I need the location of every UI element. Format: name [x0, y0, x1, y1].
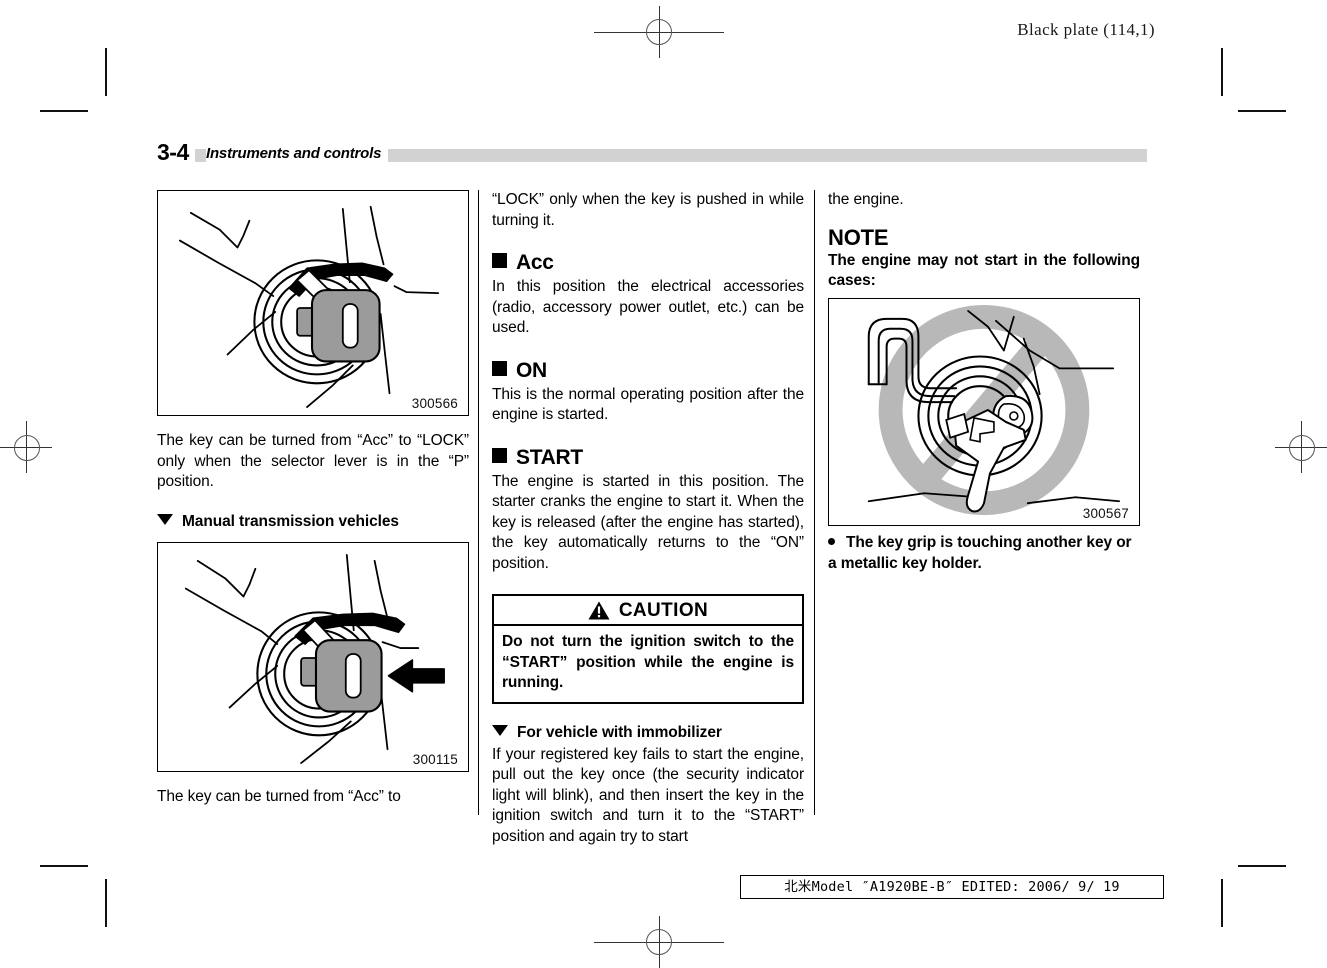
caution-header: CAUTION	[492, 594, 804, 626]
note-heading: NOTE	[828, 224, 889, 250]
section-heading-on-label: ON	[516, 358, 547, 382]
footer-edition-box: 北米Model ″A1920BE-B″ EDITED: 2006/ 9/ 19	[740, 875, 1164, 899]
registration-mark-left	[0, 421, 52, 473]
subheading-manual-transmission: Manual transmission vehicles	[157, 511, 469, 532]
key-prohibited-illustration	[867, 304, 1121, 515]
ignition-switch-illustration-1	[178, 205, 440, 408]
column-middle: “LOCK” only when the key is pushed in wh…	[492, 190, 804, 847]
crop-mark-bottom-right	[1177, 843, 1287, 928]
section-heading-acc: Acc	[492, 250, 804, 275]
caution-label: CAUTION	[618, 599, 709, 621]
column-divider-2	[814, 190, 815, 815]
figure-ignition-switch-manual: 300115	[157, 541, 469, 772]
figure-key-prohibited: 300567	[828, 297, 1140, 526]
caution-body: Do not turn the ignition switch to the “…	[492, 626, 804, 704]
section-heading-acc-label: Acc	[516, 251, 554, 274]
registration-mark-top	[594, 6, 724, 58]
section-heading-on: ON	[492, 358, 804, 383]
middle-paragraph-immobilizer: If your registered key fails to start th…	[492, 745, 804, 845]
column-left: 300566 The key can be turned from “Acc” …	[157, 190, 469, 807]
subheading-manual-transmission-label: Manual transmission vehicles	[182, 512, 399, 530]
page-header: 3-4 Instruments and controls	[157, 140, 1147, 164]
ignition-switch-illustration-2	[184, 553, 445, 764]
section-heading-start: START	[492, 445, 804, 470]
note-body: The engine may not start in the followin…	[828, 251, 1140, 290]
left-arrow-icon	[387, 658, 445, 692]
black-plate-label: Black plate (114,1)	[1017, 20, 1155, 39]
square-bullet-icon	[492, 360, 507, 376]
figure-id-1: 300566	[409, 396, 460, 411]
figure-id-2: 300115	[410, 751, 460, 767]
left-paragraph-2: The key can be turned from “Acc” to	[157, 787, 401, 805]
section-body-on: This is the normal operating position af…	[492, 385, 804, 424]
page-number: 3-4	[157, 140, 195, 164]
footer-edition-text: 北米Model ″A1920BE-B″ EDITED: 2006/ 9/ 19	[784, 879, 1120, 895]
crop-mark-bottom-left	[40, 843, 150, 928]
section-body-acc: In this position the electrical accessor…	[492, 278, 804, 336]
square-bullet-icon	[492, 447, 507, 463]
warning-triangle-icon	[588, 601, 610, 619]
section-heading-start-label: START	[516, 445, 583, 469]
registration-mark-bottom	[594, 916, 724, 968]
right-paragraph-1: the engine.	[828, 191, 904, 208]
left-paragraph-1: The key can be turned from “Acc” to “LOC…	[157, 432, 469, 490]
caution-text: Do not turn the ignition switch to the “…	[502, 633, 794, 691]
triangle-bullet-icon	[492, 724, 508, 736]
bullet-dot-icon	[828, 537, 835, 545]
crop-mark-top-right	[1177, 48, 1287, 133]
figure-id-3: 300567	[1080, 505, 1131, 521]
registration-mark-right	[1275, 421, 1327, 473]
subheading-immobilizer-label: For vehicle with immobilizer	[517, 723, 722, 741]
chapter-title: Instruments and controls	[206, 143, 389, 164]
column-right: the engine. NOTE The engine may not star…	[828, 190, 1140, 574]
list-item: The key grip is touching another key or …	[828, 532, 1140, 574]
middle-paragraph-1: “LOCK” only when the key is pushed in wh…	[492, 191, 804, 229]
square-bullet-icon	[492, 253, 507, 268]
right-bullet-list: The key grip is touching another key or …	[828, 532, 1140, 574]
subheading-immobilizer: For vehicle with immobilizer	[492, 722, 804, 743]
section-body-start: The engine is started in this position. …	[492, 472, 804, 572]
triangle-bullet-icon	[157, 513, 173, 525]
column-divider-1	[478, 190, 479, 815]
list-item-label: The key grip is touching another key or …	[828, 533, 1132, 572]
caution-box: CAUTION Do not turn the ignition switch …	[492, 594, 804, 704]
figure-ignition-switch-auto: 300566	[157, 190, 469, 416]
crop-mark-top-left	[40, 48, 150, 133]
